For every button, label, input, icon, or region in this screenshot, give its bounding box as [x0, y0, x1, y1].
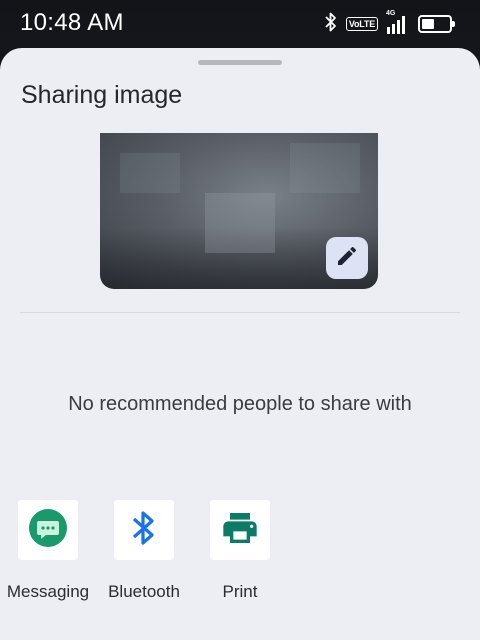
battery-icon — [418, 15, 455, 33]
share-target-icon-tile — [114, 500, 174, 560]
share-target-icon-tile — [210, 500, 270, 560]
bluetooth-icon — [130, 508, 158, 553]
sheet-title: Sharing image — [21, 81, 183, 109]
empty-recommendations-message: No recommended people to share with — [68, 393, 412, 415]
battery-level — [422, 19, 434, 29]
status-bar: 10:48 AM VoLTE 4G — [0, 0, 480, 48]
edit-image-button[interactable] — [326, 237, 368, 279]
share-target-bluetooth[interactable]: Bluetooth — [96, 500, 192, 602]
preview-texture — [205, 193, 275, 253]
bluetooth-icon — [324, 11, 338, 38]
share-target-messaging[interactable]: Messaging — [0, 500, 96, 602]
divider — [20, 312, 460, 313]
drag-handle[interactable] — [198, 60, 282, 65]
status-icons: VoLTE 4G — [324, 10, 455, 38]
preview-texture — [290, 143, 360, 193]
share-target-label: Messaging — [6, 582, 90, 601]
printer-icon — [220, 508, 260, 553]
clock: 10:48 AM — [20, 9, 124, 36]
share-target-icon-tile — [18, 500, 78, 560]
image-preview[interactable] — [100, 133, 378, 289]
preview-texture — [120, 153, 180, 193]
volte-icon: VoLTE — [345, 17, 378, 31]
battery-nub — [452, 21, 455, 27]
share-target-print[interactable]: Print — [192, 500, 288, 602]
pencil-icon — [335, 244, 359, 273]
share-sheet: Sharing image No recommended people to s… — [0, 48, 480, 640]
share-target-label: Bluetooth — [108, 582, 180, 601]
messaging-icon — [28, 508, 68, 553]
screen: 10:48 AM VoLTE 4G Sharing image No recom… — [0, 0, 480, 640]
signal-icon: 4G — [386, 10, 410, 35]
share-target-label: Print — [222, 582, 258, 601]
